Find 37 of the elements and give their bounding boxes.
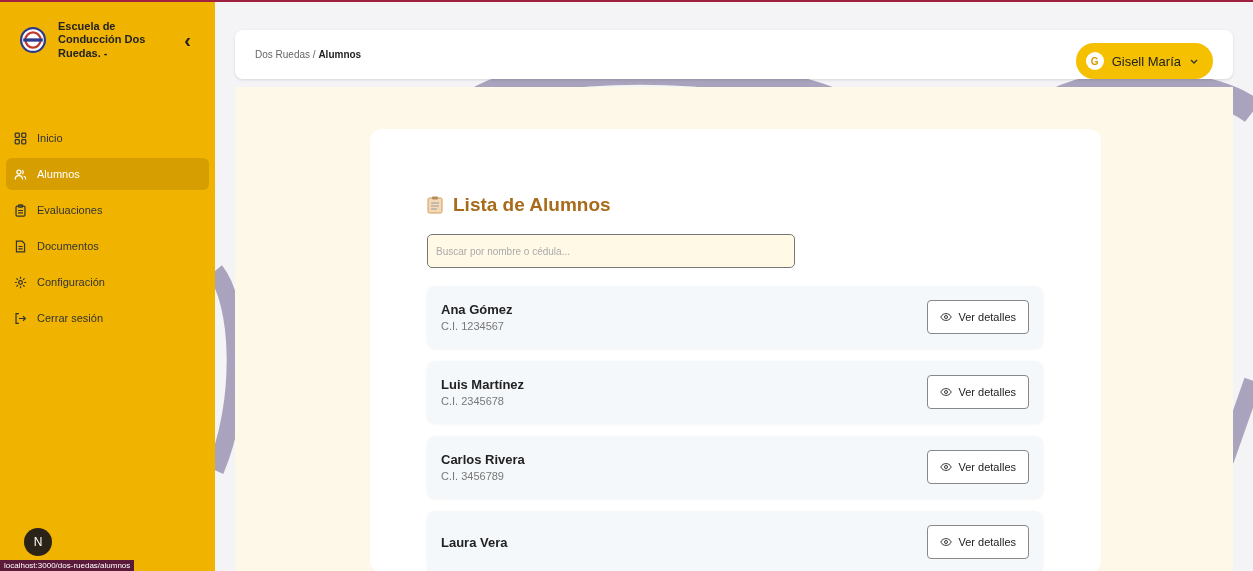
- grid-icon: [14, 131, 27, 145]
- status-url: localhost:3000/dos-ruedas/alumnos: [0, 560, 135, 571]
- student-id: C.I. 1234567: [441, 320, 505, 332]
- users-icon: [14, 167, 27, 181]
- student-name: Carlos Rivera: [441, 452, 525, 467]
- breadcrumb: Dos Ruedas / Alumnos: [255, 49, 362, 60]
- student-id: C.I. 2345678: [441, 395, 505, 407]
- details-button[interactable]: Ver detalles: [926, 375, 1029, 409]
- document-icon: [14, 239, 27, 253]
- collapse-button[interactable]: ‹: [180, 28, 195, 52]
- page-title: Lista de Alumnos: [453, 194, 611, 216]
- student-name: Laura Vera: [441, 534, 508, 550]
- logout-icon: [14, 311, 27, 325]
- eye-icon: [939, 462, 952, 472]
- sidebar-item[interactable]: Cerrar sesión: [6, 302, 209, 334]
- student-name: Ana Gómez: [441, 302, 513, 317]
- eye-icon: [939, 312, 952, 322]
- details-button[interactable]: Ver detalles: [926, 300, 1029, 334]
- details-button[interactable]: Ver detalles: [926, 525, 1029, 559]
- student-id: C.I. 3456789: [441, 470, 505, 482]
- user-avatar: G: [1085, 52, 1104, 70]
- search-field[interactable]: Buscar por nombre o cédula...: [427, 234, 795, 268]
- settings-icon: [14, 275, 27, 289]
- sidebar-item[interactable]: Configuración: [6, 266, 209, 298]
- sidebar-item[interactable]: Inicio: [6, 122, 209, 154]
- student-name: Luis Martínez: [441, 377, 525, 392]
- eye-icon: [939, 537, 952, 547]
- clipboard-icon: [427, 196, 443, 214]
- brand-name: Escuela de Conducción Dos Ruedas. -: [58, 20, 147, 60]
- sidebar-item[interactable]: Evaluaciones: [6, 194, 209, 226]
- clipboard-icon: [14, 203, 27, 217]
- dev-badge[interactable]: N: [24, 528, 52, 556]
- details-button[interactable]: Ver detalles: [926, 450, 1029, 484]
- user-menu-button[interactable]: G Gisell María: [1075, 43, 1213, 79]
- logo-icon: [20, 27, 46, 53]
- sidebar-item[interactable]: Documentos: [6, 230, 209, 262]
- eye-icon: [939, 387, 952, 397]
